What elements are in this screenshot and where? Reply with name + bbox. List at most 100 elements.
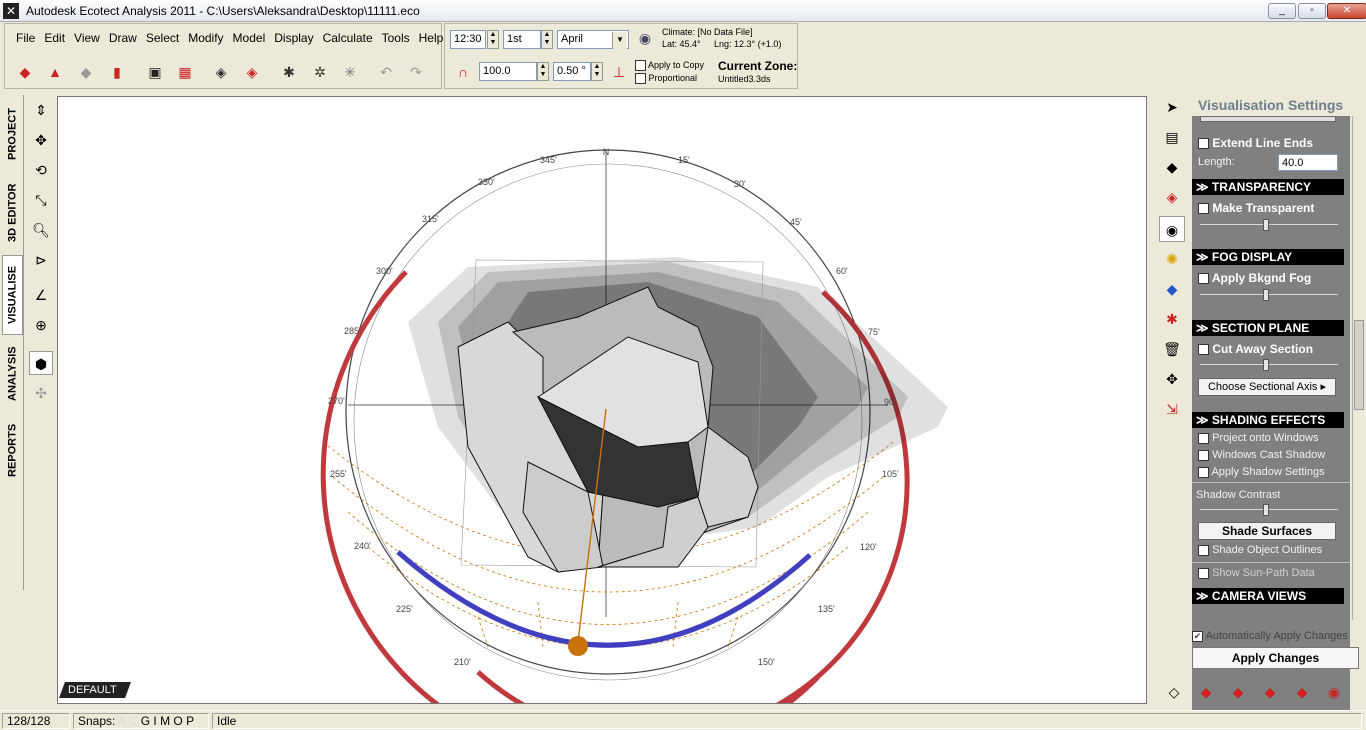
- auto-apply-checkbox[interactable]: ✔: [1192, 630, 1203, 642]
- scrollbar-thumb[interactable]: [1354, 320, 1364, 410]
- show-sun-path-data-option[interactable]: Show Sun-Path Data: [1198, 567, 1315, 579]
- section-section-plane[interactable]: ≫ SECTION PLANE: [1192, 320, 1344, 336]
- crosshair-icon[interactable]: ⊕: [29, 313, 53, 337]
- apply-shadow-settings-checkbox[interactable]: [1198, 466, 1209, 478]
- extend-line-ends-option[interactable]: Extend Line Ends: [1198, 136, 1313, 150]
- display-mode-icon[interactable]: ▣: [144, 61, 166, 83]
- iso-view-icon[interactable]: ◆: [1290, 680, 1314, 704]
- snap-spinner[interactable]: ▲ ▼: [537, 62, 549, 81]
- plan-view-icon[interactable]: ◇: [1162, 680, 1186, 704]
- day-spinner[interactable]: ▲ ▼: [541, 30, 553, 49]
- make-transparent-checkbox[interactable]: [1198, 203, 1209, 215]
- axis-view-icon[interactable]: ∠: [29, 283, 53, 307]
- layer-edit-icon[interactable]: ◈: [241, 61, 263, 83]
- menu-model[interactable]: Model: [233, 31, 266, 45]
- menu-tools[interactable]: Tools: [382, 31, 410, 45]
- cube-view-icon[interactable]: ⬢: [29, 351, 53, 375]
- tab-visualise[interactable]: VISUALISE: [2, 255, 23, 335]
- time-field[interactable]: 12:30: [450, 30, 486, 49]
- export-icon[interactable]: ▮: [106, 61, 128, 83]
- apply-bkgnd-fog-checkbox[interactable]: [1198, 273, 1209, 285]
- auto-apply-option[interactable]: ✔ Automatically Apply Changes: [1192, 630, 1348, 642]
- proportional-option[interactable]: Proportional: [635, 73, 697, 85]
- tab-3d-editor[interactable]: 3D EDITOR: [2, 173, 23, 253]
- shade-object-outlines-option[interactable]: ✔ Shade Object Outlines: [1198, 544, 1322, 556]
- tab-project[interactable]: PROJECT: [2, 99, 23, 169]
- apply-to-copy-checkbox[interactable]: [635, 60, 646, 72]
- 3d-viewport[interactable]: N 15' 30' 45' 60' 75' 90' 105' 120' 135'…: [57, 96, 1147, 704]
- sun-icon[interactable]: ✺: [1159, 246, 1185, 272]
- menu-file[interactable]: File: [16, 31, 35, 45]
- title-bar[interactable]: ✕ Autodesk Ecotect Analysis 2011 - C:\Us…: [0, 0, 1366, 22]
- menu-edit[interactable]: Edit: [44, 31, 65, 45]
- orbit-icon[interactable]: ⟲: [29, 158, 53, 182]
- camera-view-icon[interactable]: ◉: [1322, 680, 1346, 704]
- section-transparency[interactable]: ≫ TRANSPARENCY: [1192, 179, 1344, 195]
- apply-shadow-settings-option[interactable]: Apply Shadow Settings: [1198, 466, 1325, 478]
- current-zone-value[interactable]: Untitled3.3ds: [718, 74, 771, 84]
- nodes-alt-icon[interactable]: ✲: [309, 61, 331, 83]
- menu-calculate[interactable]: Calculate: [323, 31, 373, 45]
- transform-icon[interactable]: ✥: [1159, 366, 1185, 392]
- slider-thumb[interactable]: [1263, 359, 1270, 371]
- back-view-icon[interactable]: ◆: [1258, 680, 1282, 704]
- front-view-icon[interactable]: ◆: [1194, 680, 1218, 704]
- fog-slider[interactable]: [1200, 289, 1338, 304]
- angle-spinner[interactable]: ▲ ▼: [591, 62, 603, 81]
- save-file-icon[interactable]: ◆: [75, 61, 97, 83]
- eye-icon[interactable]: ◉: [1159, 216, 1185, 242]
- walk-icon[interactable]: ⤡: [29, 188, 53, 212]
- panel-scrollbar[interactable]: [1352, 116, 1364, 620]
- snaps-indicator[interactable]: Snaps: A C G I M O P: [73, 713, 209, 729]
- menu-display[interactable]: Display: [274, 31, 313, 45]
- scene-canvas[interactable]: N 15' 30' 45' 60' 75' 90' 105' 120' 135'…: [58, 97, 1147, 704]
- export-panel-icon[interactable]: ⇲: [1159, 396, 1185, 422]
- open-file-icon[interactable]: ▲: [44, 61, 66, 83]
- transparency-slider[interactable]: [1200, 219, 1338, 234]
- shading-icon[interactable]: ◈: [1159, 184, 1185, 210]
- extend-line-ends-checkbox[interactable]: [1198, 138, 1209, 150]
- show-sun-path-data-checkbox[interactable]: [1198, 567, 1209, 579]
- angle-field[interactable]: 0.50 °: [553, 62, 591, 81]
- zoom-icon[interactable]: 🔍︎: [29, 218, 53, 242]
- dolly-icon[interactable]: ⇕: [29, 98, 53, 122]
- cut-away-section-checkbox[interactable]: [1198, 344, 1209, 356]
- slider-track-top[interactable]: [1200, 116, 1336, 122]
- length-field[interactable]: 40.0: [1278, 154, 1338, 171]
- new-file-icon[interactable]: ◆: [14, 61, 36, 83]
- slider-thumb[interactable]: [1263, 219, 1270, 231]
- menu-modify[interactable]: Modify: [188, 31, 223, 45]
- project-onto-windows-option[interactable]: Project onto Windows: [1198, 432, 1318, 444]
- pointer-icon[interactable]: ➤: [1159, 94, 1185, 120]
- surface-icon[interactable]: ◆: [1159, 276, 1185, 302]
- section-shading-effects[interactable]: ≫ SHADING EFFECTS: [1192, 412, 1344, 428]
- apply-to-copy-option[interactable]: Apply to Copy: [635, 60, 704, 72]
- section-fog-display[interactable]: ≫ FOG DISPLAY: [1192, 249, 1344, 265]
- tab-reports[interactable]: REPORTS: [2, 415, 23, 485]
- layer-stack-icon[interactable]: ◈: [210, 61, 232, 83]
- menu-view[interactable]: View: [74, 31, 100, 45]
- globe-icon[interactable]: ◉: [634, 27, 656, 49]
- menu-select[interactable]: Select: [146, 31, 179, 45]
- side-view-icon[interactable]: ◆: [1226, 680, 1250, 704]
- redo-icon[interactable]: ↷: [405, 61, 427, 83]
- slider-thumb[interactable]: [1263, 504, 1270, 516]
- shade-object-outlines-checkbox[interactable]: ✔: [1198, 544, 1209, 556]
- menu-draw[interactable]: Draw: [109, 31, 137, 45]
- menu-help[interactable]: Help: [419, 31, 444, 45]
- make-transparent-option[interactable]: Make Transparent: [1198, 201, 1314, 215]
- shadow-contrast-slider[interactable]: [1200, 504, 1338, 519]
- snap-distance-field[interactable]: 100.0: [479, 62, 537, 81]
- layers-icon[interactable]: ▤: [1159, 124, 1185, 150]
- slider-thumb[interactable]: [1263, 289, 1270, 301]
- section-camera-views[interactable]: ≫ CAMERA VIEWS: [1192, 588, 1344, 604]
- trash-icon[interactable]: 🗑︎: [1159, 336, 1185, 362]
- mesh-icon[interactable]: ✳: [339, 61, 361, 83]
- windows-cast-shadow-option[interactable]: Windows Cast Shadow: [1198, 449, 1325, 461]
- time-spinner[interactable]: ▲ ▼: [487, 30, 499, 49]
- maximize-button[interactable]: ▫: [1298, 3, 1326, 19]
- apply-bkgnd-fog-option[interactable]: Apply Bkgnd Fog: [1198, 271, 1311, 285]
- proportional-checkbox[interactable]: [635, 73, 646, 85]
- project-onto-windows-checkbox[interactable]: [1198, 432, 1209, 444]
- perspective-icon[interactable]: ⊳: [29, 248, 53, 272]
